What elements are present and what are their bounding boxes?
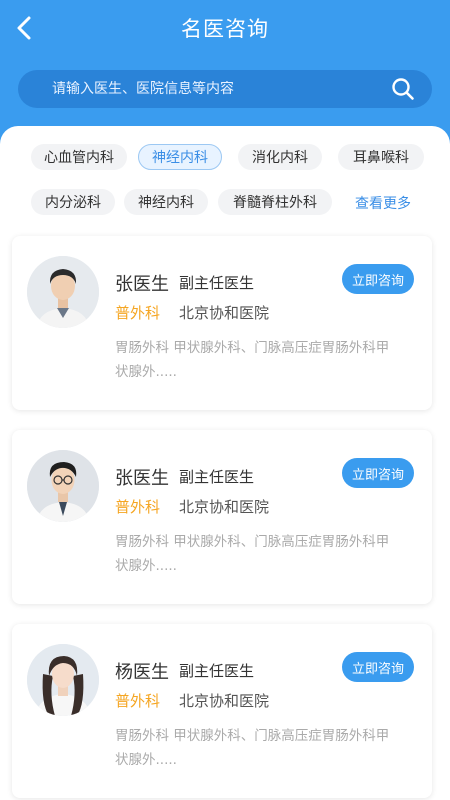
doctor-avatar [27,256,99,328]
content-panel: 心血管内科 神经内科 消化内科 耳鼻喉科 内分泌科 神经内科 脊髓脊柱外科 查看… [0,126,450,800]
doctor-title: 副主任医生 [179,468,255,486]
consult-button[interactable]: 立即咨询 [342,458,414,488]
doctor-hospital: 北京协和医院 [179,498,270,516]
description-line: 状腺外..... [115,558,177,574]
top-bar: 名医咨询 [0,0,450,56]
consult-button[interactable]: 立即咨询 [342,264,414,294]
department-tag-selected[interactable]: 神经内科 [138,144,222,170]
description-line: 胃肠外科 甲状腺外科、门脉高压症胃肠外科甲 [115,728,390,744]
view-more-link[interactable]: 查看更多 [355,193,411,213]
doctor-description: 胃肠外科 甲状腺外科、门脉高压症胃肠外科甲 状腺外..... [115,724,420,772]
search-button[interactable] [388,74,418,104]
search-input[interactable] [52,81,388,97]
consult-button[interactable]: 立即咨询 [342,652,414,682]
doctor-hospital: 北京协和医院 [179,692,270,710]
doctor-card[interactable]: 张医生 副主任医生 普外科 北京协和医院 胃肠外科 甲状腺外科、门脉高压症胃肠外… [12,236,432,410]
department-tag[interactable]: 内分泌科 [31,189,115,215]
department-tag[interactable]: 神经内科 [124,189,208,215]
doctor-department: 普外科 [115,498,161,516]
department-tag[interactable]: 消化内科 [238,144,322,170]
doctor-name: 张医生 [115,468,169,489]
description-line: 胃肠外科 甲状腺外科、门脉高压症胃肠外科甲 [115,534,390,550]
doctor-hospital: 北京协和医院 [179,304,270,322]
doctor-department: 普外科 [115,304,161,322]
description-line: 状腺外..... [115,364,177,380]
doctor-title: 副主任医生 [179,274,255,292]
doctor-name: 张医生 [115,274,169,295]
doctor-avatar [27,450,99,522]
search-bar [18,70,432,108]
search-icon [392,78,414,100]
back-button[interactable] [12,14,36,42]
description-line: 状腺外..... [115,752,177,768]
doctor-description: 胃肠外科 甲状腺外科、门脉高压症胃肠外科甲 状腺外..... [115,530,420,578]
department-tag[interactable]: 心血管内科 [31,144,127,170]
doctor-card[interactable]: 张医生 副主任医生 普外科 北京协和医院 胃肠外科 甲状腺外科、门脉高压症胃肠外… [12,430,432,604]
doctor-title: 副主任医生 [179,662,255,680]
department-tag[interactable]: 耳鼻喉科 [338,144,424,170]
doctor-department: 普外科 [115,692,161,710]
chevron-left-icon [17,16,31,40]
doctor-avatar [27,644,99,716]
doctor-name: 杨医生 [115,662,169,683]
doctor-card[interactable]: 杨医生 副主任医生 普外科 北京协和医院 胃肠外科 甲状腺外科、门脉高压症胃肠外… [12,624,432,798]
department-tag[interactable]: 脊髓脊柱外科 [218,189,332,215]
description-line: 胃肠外科 甲状腺外科、门脉高压症胃肠外科甲 [115,340,390,356]
doctor-description: 胃肠外科 甲状腺外科、门脉高压症胃肠外科甲 状腺外..... [115,336,420,384]
page-title: 名医咨询 [181,17,269,41]
